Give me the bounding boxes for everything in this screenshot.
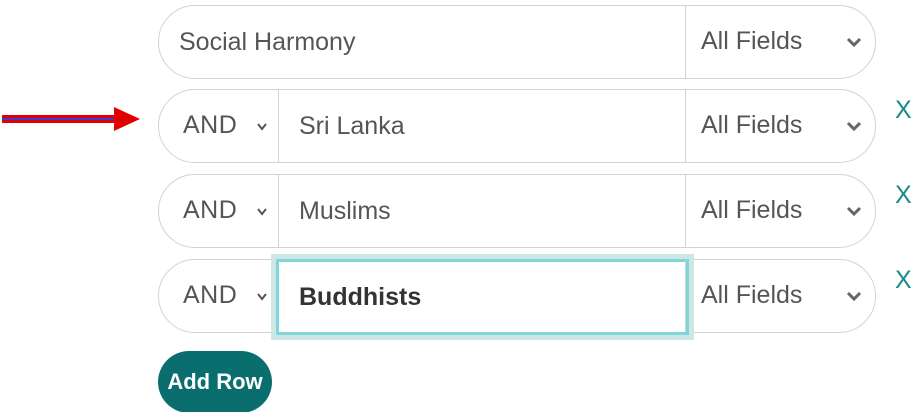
advanced-search-form: Social Harmony All Fields AND Sri Lanka … [0,0,915,412]
add-row-button[interactable]: Add Row [158,351,272,412]
chevron-down-icon [846,206,862,217]
field-select-value: All Fields [701,111,803,139]
search-term-input[interactable]: Muslims [299,175,685,247]
search-term-input[interactable]: Sri Lanka [299,90,685,162]
boolean-operator-select[interactable]: AND [159,90,279,162]
field-select-value: All Fields [701,27,803,55]
field-select[interactable]: All Fields [685,260,875,332]
boolean-operator-value: AND [183,281,238,309]
chevron-down-icon [257,208,267,216]
field-select-value: All Fields [701,281,803,309]
search-row-1: Social Harmony All Fields [158,5,876,79]
search-term-input-focused[interactable]: Buddhists [276,259,689,335]
chevron-down-icon [846,121,862,132]
field-select[interactable]: All Fields [685,6,875,78]
boolean-operator-select[interactable]: AND [159,175,279,247]
remove-row-button[interactable]: X [895,96,912,125]
chevron-down-icon [846,291,862,302]
boolean-operator-value: AND [183,196,238,224]
remove-row-button[interactable]: X [895,181,912,210]
field-select[interactable]: All Fields [685,175,875,247]
boolean-operator-select[interactable]: AND [159,260,279,332]
search-row-4: AND Buddhists All Fields [158,259,876,335]
field-select[interactable]: All Fields [685,90,875,162]
boolean-operator-value: AND [183,111,238,139]
search-row-3: AND Muslims All Fields [158,174,876,248]
search-term-input[interactable]: Social Harmony [179,6,685,78]
field-select-value: All Fields [701,196,803,224]
chevron-down-icon [846,37,862,48]
remove-row-button[interactable]: X [895,266,912,295]
search-row-2: AND Sri Lanka All Fields [158,89,876,163]
red-arrow-annotation-icon [2,107,140,131]
chevron-down-icon [257,293,267,301]
chevron-down-icon [257,123,267,131]
